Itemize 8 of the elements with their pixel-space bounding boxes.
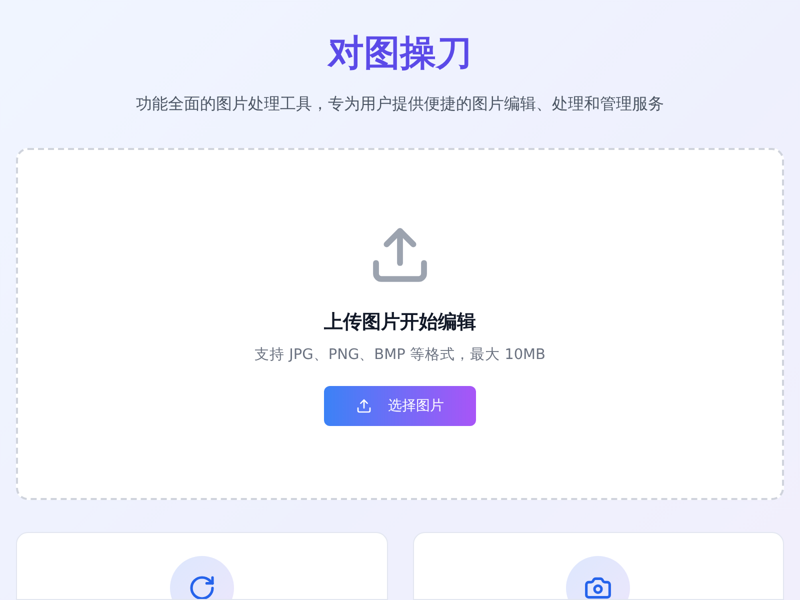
app-title: 对图操刀 xyxy=(328,32,472,76)
upload-hint: 支持 JPG、PNG、BMP 等格式，最大 10MB xyxy=(254,346,546,364)
upload-dropzone[interactable]: 上传图片开始编辑 支持 JPG、PNG、BMP 等格式，最大 10MB 选择图片 xyxy=(16,148,784,500)
choose-image-button[interactable]: 选择图片 xyxy=(324,386,476,426)
upload-heading: 上传图片开始编辑 xyxy=(324,310,476,334)
app-subtitle: 功能全面的图片处理工具，专为用户提供便捷的图片编辑、处理和管理服务 xyxy=(136,93,664,115)
rotate-icon xyxy=(188,574,216,599)
upload-icon xyxy=(356,398,372,414)
